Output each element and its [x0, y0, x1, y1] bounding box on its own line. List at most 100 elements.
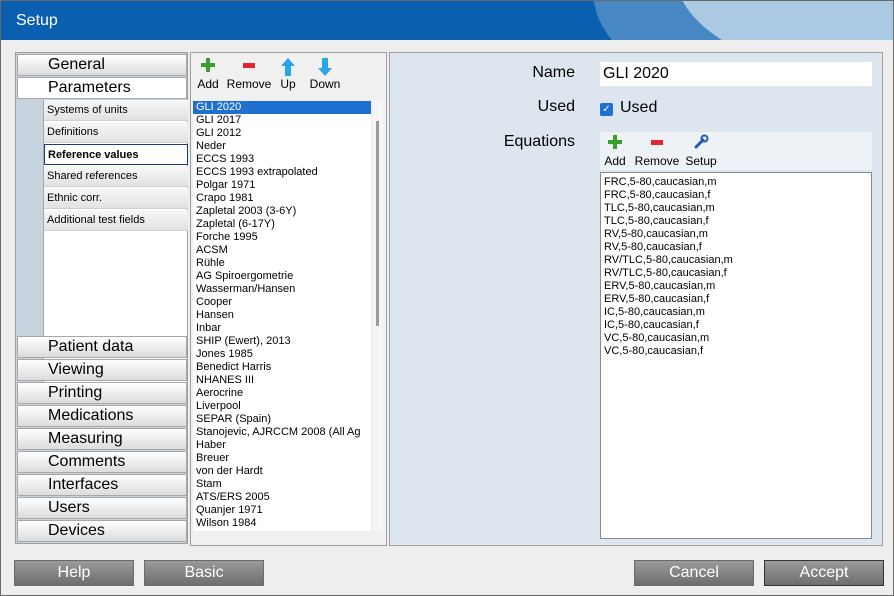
nav-viewing[interactable]: Viewing — [17, 359, 187, 381]
remove-equation-label: Remove — [634, 154, 680, 168]
equation-list-item[interactable]: IC,5-80,caucasian,f — [604, 319, 868, 332]
reference-list-scrollbar[interactable] — [373, 101, 383, 531]
reference-list-item[interactable]: Haber — [193, 439, 371, 452]
add-reference-label: Add — [197, 77, 219, 91]
equations-label: Equations — [503, 133, 575, 150]
plus-icon — [602, 134, 628, 154]
equation-list-item[interactable]: TLC,5-80,caucasian,f — [604, 215, 868, 228]
used-checkbox-label[interactable]: Used — [620, 99, 657, 117]
subnav-systems-of-units[interactable]: Systems of units — [44, 100, 188, 121]
minus-icon — [225, 57, 273, 77]
reference-list-item[interactable]: Neder — [193, 140, 371, 153]
equation-list-item[interactable]: FRC,5-80,caucasian,f — [604, 189, 868, 202]
reference-list-item[interactable]: Inbar — [193, 322, 371, 335]
settings-navigation: General Parameters Systems of units Defi… — [15, 52, 188, 544]
reference-list-item[interactable]: Wilson 1984 — [193, 517, 371, 530]
setup-window: Setup General Parameters Systems of unit… — [0, 0, 894, 596]
used-label: Used — [537, 98, 575, 115]
reference-list-item[interactable]: Hansen — [193, 309, 371, 322]
scrollbar-thumb[interactable] — [376, 121, 379, 326]
add-equation-label: Add — [604, 154, 626, 168]
reference-list-item[interactable]: AG Spiroergometrie — [193, 270, 371, 283]
reference-list-item[interactable]: Stanojevic, AJRCCM 2008 (All Ag — [193, 426, 371, 439]
equation-list-item[interactable]: ERV,5-80,caucasian,f — [604, 293, 868, 306]
equation-list-item[interactable]: RV,5-80,caucasian,f — [604, 241, 868, 254]
reference-list-item[interactable]: Jones 1985 — [193, 348, 371, 361]
move-up-label: Up — [280, 77, 296, 91]
arrow-down-icon — [307, 57, 343, 77]
nav-measuring[interactable]: Measuring — [17, 428, 187, 450]
help-button[interactable]: Help — [14, 560, 134, 586]
arrow-up-icon — [277, 57, 299, 77]
reference-list-item[interactable]: Rühle — [193, 257, 371, 270]
reference-list-item[interactable]: Aerocrine — [193, 387, 371, 400]
equation-list-item[interactable]: ERV,5-80,caucasian,m — [604, 280, 868, 293]
title-bar: Setup — [1, 1, 893, 40]
subnav-ethnic-corr[interactable]: Ethnic corr. — [44, 188, 188, 209]
reference-list-item[interactable]: GLI 2020 — [193, 101, 371, 114]
reference-details-panel: Name GLI 2020 Used ✓ Used Equations Add … — [389, 52, 883, 546]
nav-devices[interactable]: Devices — [17, 520, 187, 542]
subnav-additional-test-fields[interactable]: Additional test fields — [44, 210, 188, 231]
accept-button[interactable]: Accept — [764, 560, 884, 586]
equations-list[interactable]: FRC,5-80,caucasian,m FRC,5-80,caucasian,f… — [600, 172, 872, 539]
nav-users[interactable]: Users — [17, 497, 187, 519]
reference-list-item[interactable]: ECCS 1993 — [193, 153, 371, 166]
move-up-button[interactable]: Up — [277, 57, 299, 91]
move-down-button[interactable]: Down — [307, 57, 343, 91]
subnav-reference-values[interactable]: Reference values — [44, 144, 188, 165]
reference-list-item[interactable]: Cooper — [193, 296, 371, 309]
reference-list-item[interactable]: Forche 1995 — [193, 231, 371, 244]
nav-comments[interactable]: Comments — [17, 451, 187, 473]
subnav-definitions[interactable]: Definitions — [44, 122, 188, 143]
reference-list-item[interactable]: Quanjer 1971 — [193, 504, 371, 517]
used-checkbox[interactable]: ✓ — [600, 103, 613, 116]
nav-general[interactable]: General — [17, 54, 187, 76]
setup-equation-button[interactable]: Setup — [684, 134, 718, 168]
reference-list-item[interactable]: ATS/ERS 2005 — [193, 491, 371, 504]
reference-list-item[interactable]: NHANES III — [193, 374, 371, 387]
equation-list-item[interactable]: IC,5-80,caucasian,m — [604, 306, 868, 319]
reference-list-item[interactable]: Wasserman/Hansen — [193, 283, 371, 296]
reference-list-item[interactable]: ECCS 1993 extrapolated — [193, 166, 371, 179]
reference-list-item[interactable]: Liverpool — [193, 400, 371, 413]
reference-list-item[interactable]: GLI 2012 — [193, 127, 371, 140]
nav-medications[interactable]: Medications — [17, 405, 187, 427]
reference-list[interactable]: GLI 2020 GLI 2017 GLI 2012 Neder ECCS 1993 EC… — [193, 101, 371, 531]
equation-list-item[interactable]: FRC,5-80,caucasian,m — [604, 176, 868, 189]
reference-list-item[interactable]: SEPAR (Spain) — [193, 413, 371, 426]
equation-list-item[interactable]: RV,5-80,caucasian,m — [604, 228, 868, 241]
add-reference-button[interactable]: Add — [195, 57, 221, 91]
remove-reference-button[interactable]: Remove — [225, 57, 273, 91]
window-title: Setup — [16, 12, 58, 29]
equation-list-item[interactable]: VC,5-80,caucasian,m — [604, 332, 868, 345]
reference-list-item[interactable]: Zapletal (6-17Y) — [193, 218, 371, 231]
reference-list-item[interactable]: ACSM — [193, 244, 371, 257]
cancel-button[interactable]: Cancel — [634, 560, 754, 586]
equation-list-item[interactable]: TLC,5-80,caucasian,m — [604, 202, 868, 215]
basic-button[interactable]: Basic — [144, 560, 264, 586]
remove-reference-label: Remove — [226, 77, 272, 91]
add-equation-button[interactable]: Add — [602, 134, 628, 168]
reference-list-item[interactable]: Polgar 1971 — [193, 179, 371, 192]
remove-equation-button[interactable]: Remove — [634, 134, 680, 168]
equation-list-item[interactable]: VC,5-80,caucasian,f — [604, 345, 868, 358]
reference-list-item[interactable]: SHIP (Ewert), 2013 — [193, 335, 371, 348]
equation-list-item[interactable]: RV/TLC,5-80,caucasian,m — [604, 254, 868, 267]
nav-patient-data[interactable]: Patient data — [17, 336, 187, 358]
reference-list-item[interactable]: Crapo 1981 — [193, 192, 371, 205]
reference-list-item[interactable]: Breuer — [193, 452, 371, 465]
plus-icon — [195, 57, 221, 77]
name-field[interactable]: GLI 2020 — [600, 62, 872, 86]
nav-printing[interactable]: Printing — [17, 382, 187, 404]
subnav-shared-references[interactable]: Shared references — [44, 166, 188, 187]
reference-list-item[interactable]: Benedict Harris — [193, 361, 371, 374]
reference-list-item[interactable]: GLI 2017 — [193, 114, 371, 127]
nav-parameters[interactable]: Parameters — [17, 77, 187, 99]
reference-list-item[interactable]: von der Hardt — [193, 465, 371, 478]
reference-list-item[interactable]: Zapletal 2003 (3-6Y) — [193, 205, 371, 218]
nav-interfaces[interactable]: Interfaces — [17, 474, 187, 496]
reference-list-item[interactable]: Stam — [193, 478, 371, 491]
equation-list-item[interactable]: RV/TLC,5-80,caucasian,f — [604, 267, 868, 280]
name-label: Name — [532, 64, 575, 81]
